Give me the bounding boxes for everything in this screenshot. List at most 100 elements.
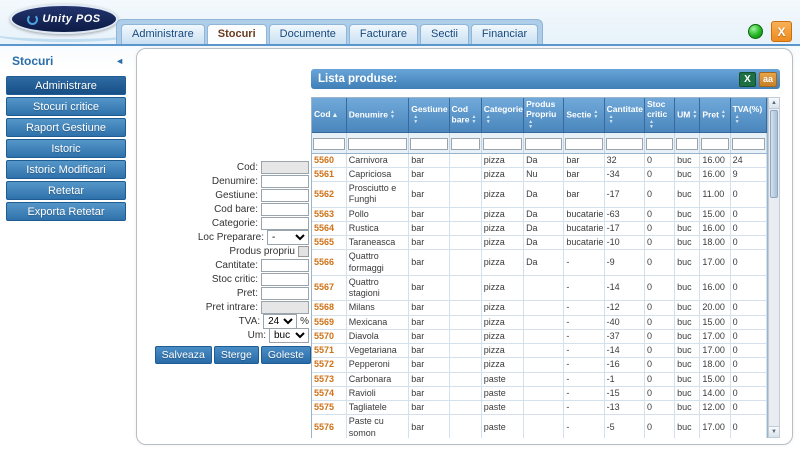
filter-input[interactable]	[451, 138, 480, 150]
font-size-icon[interactable]: aa	[759, 72, 777, 87]
filter-input[interactable]	[701, 138, 728, 150]
loc-preparare-select[interactable]: -	[267, 230, 309, 245]
categorie-input[interactable]	[261, 217, 309, 230]
column-header[interactable]: Categorie▲▼	[481, 98, 523, 132]
sidebar-item[interactable]: Exporta Retetar	[6, 202, 126, 221]
cell-produs-propriu	[524, 275, 564, 301]
cell-stoc-critic: 0	[644, 207, 674, 221]
tab[interactable]: Sectii	[420, 24, 469, 44]
column-header[interactable]: Cantitate▲▼	[604, 98, 644, 132]
table-row[interactable]: 5571 Vegetariana bar pizza - -14 0 buc	[312, 344, 767, 358]
clear-button[interactable]: Goleste	[261, 346, 311, 364]
cell-sectie: bar	[564, 167, 604, 181]
denumire-input[interactable]	[261, 175, 309, 188]
column-header[interactable]: Gestiune▲▼	[409, 98, 449, 132]
tab[interactable]: Financiar	[471, 24, 538, 44]
cell-pret: 14.00	[700, 386, 730, 400]
cod-input[interactable]	[261, 161, 309, 174]
column-header[interactable]: Cod▲	[312, 98, 346, 132]
table-row[interactable]: 5562 Prosciutto e Funghi bar pizza Da ba…	[312, 182, 767, 208]
cell-categorie: pizza	[481, 358, 523, 372]
column-header[interactable]: TVA(%)▲▼	[730, 98, 766, 132]
sidebar-item[interactable]: Stocuri critice	[6, 97, 126, 116]
scroll-down-icon[interactable]: ▼	[769, 426, 779, 437]
table-row[interactable]: 5573 Carbonara bar paste - -1 0 buc 15	[312, 372, 767, 386]
filter-input[interactable]	[313, 138, 345, 150]
cell-stoc-critic: 0	[644, 329, 674, 343]
table-row[interactable]: 5574 Ravioli bar paste - -15 0 buc 14.	[312, 386, 767, 400]
cell-gestiune: bar	[409, 221, 449, 235]
table-row[interactable]: 5564 Rustica bar pizza Da bucatarie -17 …	[312, 221, 767, 235]
filter-input[interactable]	[646, 138, 673, 150]
cod-bare-input[interactable]	[261, 203, 309, 216]
stoc-critic-input[interactable]	[261, 273, 309, 286]
tab[interactable]: Administrare	[121, 24, 205, 44]
table-row[interactable]: 5565 Taraneasca bar pizza Da bucatarie -…	[312, 236, 767, 250]
filter-input[interactable]	[410, 138, 447, 150]
cell-cantitate: -37	[604, 329, 644, 343]
export-excel-icon[interactable]: X	[739, 72, 756, 87]
filter-input[interactable]	[565, 138, 602, 150]
column-header[interactable]: Stoc critic▲▼	[644, 98, 674, 132]
tva-select[interactable]: 24	[263, 314, 297, 329]
cell-sectie: -	[564, 415, 604, 438]
close-button[interactable]: X	[771, 21, 792, 42]
gestiune-input[interactable]	[261, 189, 309, 202]
column-header[interactable]: Pret▲▼	[700, 98, 730, 132]
cell-pret: 17.00	[700, 329, 730, 343]
table-row[interactable]: 5568 Milans bar pizza - -12 0 buc 20.0	[312, 301, 767, 315]
cell-sectie: bar	[564, 182, 604, 208]
table-filter-row	[312, 132, 767, 153]
sidebar-menu: Administrare Stocuri critice Raport Gest…	[0, 76, 132, 221]
table-scrollbar[interactable]: ▲ ▼	[768, 97, 780, 438]
table-row[interactable]: 5560 Carnivora bar pizza Da bar 32 0 buc	[312, 153, 767, 167]
filter-input[interactable]	[606, 138, 643, 150]
tab[interactable]: Stocuri	[207, 24, 267, 44]
delete-button[interactable]: Sterge	[214, 346, 259, 364]
column-header[interactable]: Sectie▲▼	[564, 98, 604, 132]
cell-cod-bare	[449, 250, 481, 276]
sidebar-item-label: Istoric Modificari	[26, 164, 105, 176]
save-button[interactable]: Salveaza	[155, 346, 212, 364]
sidebar-item[interactable]: Istoric Modificari	[6, 160, 126, 179]
cell-cod: 5569	[312, 315, 346, 329]
cell-cod: 5575	[312, 401, 346, 415]
scroll-up-icon[interactable]: ▲	[769, 98, 779, 109]
table-row[interactable]: 5567 Quattro stagioni bar pizza - -14 0 …	[312, 275, 767, 301]
cantitate-input[interactable]	[261, 259, 309, 272]
table-row[interactable]: 5570 Diavola bar pizza - -37 0 buc 17.	[312, 329, 767, 343]
column-header[interactable]: Cod bare▲▼	[449, 98, 481, 132]
sidebar-item[interactable]: Retetar	[6, 181, 126, 200]
table-row[interactable]: 5561 Capriciosa bar pizza Nu bar -34 0 b…	[312, 167, 767, 181]
tab[interactable]: Documente	[269, 24, 347, 44]
table-row[interactable]: 5566 Quattro formaggi bar pizza Da - -9 …	[312, 250, 767, 276]
table-row[interactable]: 5569 Mexicana bar pizza - -40 0 buc 15	[312, 315, 767, 329]
um-select[interactable]: buc	[269, 328, 309, 343]
column-header[interactable]: UM▲▼	[675, 98, 700, 132]
column-header[interactable]: Denumire▲▼	[346, 98, 408, 132]
filter-input[interactable]	[525, 138, 562, 150]
sidebar-item[interactable]: Istoric	[6, 139, 126, 158]
column-header[interactable]: Produs Propriu▲▼	[524, 98, 564, 132]
tab[interactable]: Facturare	[349, 24, 418, 44]
filter-cell	[644, 132, 674, 153]
scrollbar-thumb[interactable]	[770, 110, 778, 198]
sidebar-item[interactable]: Raport Gestiune	[6, 118, 126, 137]
table-row[interactable]: 5572 Pepperoni bar pizza - -16 0 buc 1	[312, 358, 767, 372]
product-form: Cod: Denumire: Gestiune: Cod bare: Categ…	[143, 161, 311, 364]
filter-input[interactable]	[732, 138, 765, 150]
table-row[interactable]: 5563 Pollo bar pizza Da bucatarie -63 0 …	[312, 207, 767, 221]
pret-input[interactable]	[261, 287, 309, 300]
pret-intrare-input[interactable]	[261, 301, 309, 314]
filter-cell	[564, 132, 604, 153]
collapse-arrow-icon[interactable]: ◄	[115, 56, 124, 66]
produs-propriu-checkbox[interactable]	[298, 246, 309, 257]
table-row[interactable]: 5575 Tagliatele bar paste - -13 0 buc	[312, 401, 767, 415]
sidebar-item[interactable]: Administrare	[6, 76, 126, 95]
cell-stoc-critic: 0	[644, 167, 674, 181]
filter-input[interactable]	[483, 138, 522, 150]
filter-input[interactable]	[676, 138, 698, 150]
table-row[interactable]: 5576 Paste cu somon bar paste - -5 0 buc	[312, 415, 767, 438]
cell-produs-propriu	[524, 344, 564, 358]
filter-input[interactable]	[348, 138, 407, 150]
